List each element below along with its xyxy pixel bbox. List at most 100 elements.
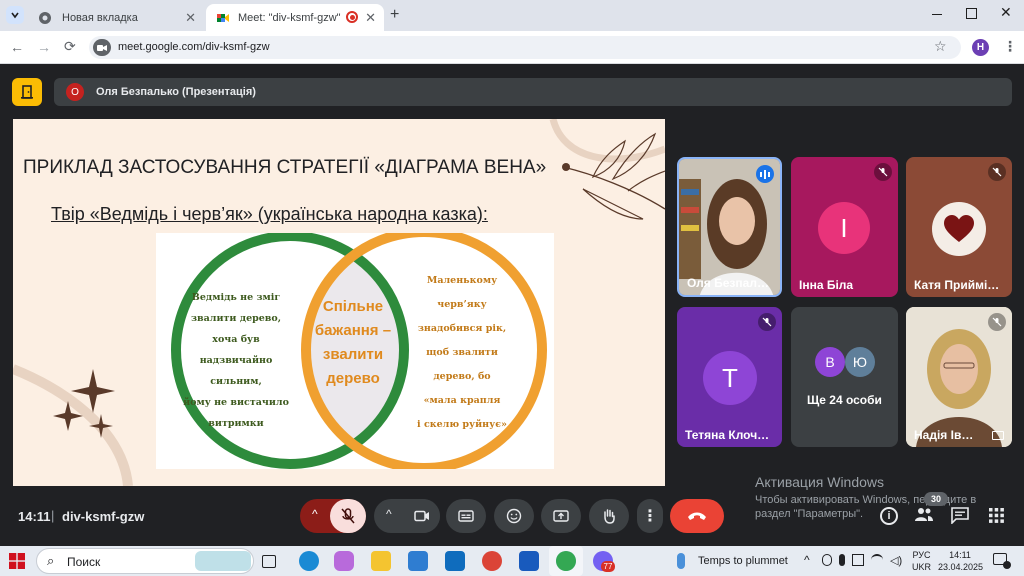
participant-avatar (932, 202, 986, 256)
back-button[interactable]: ← (10, 39, 24, 55)
network-icon[interactable] (852, 554, 864, 566)
camera-toggle-button[interactable] (404, 499, 440, 533)
venn-left-line: витримки (208, 418, 264, 429)
venn-right-line: «мала крапля (423, 395, 501, 406)
venn-left-line: надзвичайно сильним, (199, 355, 273, 387)
forward-button[interactable]: → (37, 39, 51, 55)
captions-icon (458, 510, 474, 522)
edge-icon[interactable] (299, 551, 319, 571)
reactions-button[interactable] (494, 499, 534, 533)
video-options-button[interactable]: ^ (374, 499, 440, 533)
presenter-bar: О Оля Безпалько (Презентація) (54, 78, 1012, 106)
volume-icon[interactable]: ◁) (890, 554, 902, 567)
more-options-button[interactable]: ⋮ (637, 499, 663, 533)
participant-tile[interactable]: Т Тетяна Клоч… (677, 307, 782, 447)
activities-button[interactable] (989, 508, 1004, 528)
chat-button[interactable] (951, 507, 969, 529)
close-tab-icon[interactable]: ✕ (365, 10, 376, 26)
presentation-slide: ПРИКЛАД ЗАСТОСУВАННЯ СТРАТЕГІЇ «ДІАГРАМА… (13, 119, 665, 486)
participant-name: Тетяна Клоч… (685, 428, 770, 442)
minimize-button[interactable] (931, 7, 943, 19)
participant-tile[interactable]: Надія Ів… (906, 307, 1012, 447)
mic-off-icon (758, 313, 776, 331)
clock-date: 23.04.2025 (938, 562, 984, 572)
weather-text[interactable]: Temps to plummet (698, 555, 788, 567)
outlook-icon[interactable] (445, 551, 465, 571)
tab-search-button[interactable] (6, 6, 24, 24)
pip-icon[interactable] (992, 431, 1004, 440)
word-icon[interactable] (519, 551, 539, 571)
menu-kebab-icon[interactable]: ⋮ (1003, 38, 1017, 55)
reload-button[interactable]: ⟳ (64, 38, 76, 55)
venn-diagram: Ведмідь не зміг звалити дерево, хоча був… (156, 233, 554, 469)
people-count-badge: 30 (924, 492, 948, 506)
raise-hand-button[interactable] (589, 499, 629, 533)
mic-off-icon (874, 163, 892, 181)
tab-meet[interactable]: Meet: "div-ksmf-gzw" ✕ (206, 4, 384, 31)
close-window-button[interactable]: ✕ (1000, 4, 1012, 21)
leave-call-button[interactable] (670, 499, 724, 533)
taskbar-clock[interactable]: 14:11 23.04.2025 (938, 549, 984, 573)
camera-icon (414, 510, 429, 522)
meeting-details-button[interactable]: i (880, 507, 898, 525)
copilot-tray-icon[interactable] (822, 554, 832, 566)
venn-right-text: Маленькому черв’яку знадобився рік, щоб … (402, 269, 522, 437)
mic-off-icon (988, 313, 1006, 331)
emoji-icon (506, 508, 522, 524)
mic-toggle-button[interactable] (330, 499, 366, 533)
room-info-button[interactable] (12, 78, 42, 106)
participant-tile[interactable]: Катя Приймі… (906, 157, 1012, 297)
profile-avatar[interactable]: H (972, 39, 989, 56)
restore-button[interactable] (966, 8, 977, 19)
participant-avatar: Ю (845, 347, 875, 377)
activation-line2: раздел "Параметры". (755, 508, 864, 520)
chrome-icon[interactable] (482, 551, 502, 571)
new-tab-button[interactable]: + (390, 6, 399, 24)
presenter-avatar: О (66, 83, 84, 101)
tab-title: Новая вкладка (62, 11, 138, 24)
apps-grid-icon (989, 508, 1004, 523)
clock-time: 14:11 (949, 550, 971, 560)
microphone-icon[interactable] (839, 554, 845, 566)
audio-options-button[interactable]: ^ (300, 499, 366, 533)
participant-name: Оля Безпал… (687, 276, 769, 290)
address-bar[interactable]: meet.google.com/div-ksmf-gzw ☆ (89, 36, 961, 59)
people-button[interactable] (914, 506, 936, 526)
camera-icon (97, 44, 107, 51)
file-explorer-icon[interactable] (371, 551, 391, 571)
wifi-icon[interactable] (871, 554, 883, 566)
more-participants-tile[interactable]: В Ю Ще 24 особи (791, 307, 898, 447)
venn-left-line: йому не вистачило (183, 397, 289, 408)
search-placeholder: Поиск (67, 555, 101, 569)
task-view-icon[interactable] (262, 555, 276, 568)
present-screen-button[interactable] (541, 499, 581, 533)
start-button[interactable] (9, 553, 25, 574)
participant-tile[interactable]: І Інна Біла (791, 157, 898, 297)
meeting-code: div-ksmf-gzw (62, 509, 145, 524)
bookmark-star-icon[interactable]: ☆ (934, 38, 947, 55)
venn-center-line: звалити (322, 346, 384, 363)
venn-right-line: і скелю руйнує» (417, 419, 507, 430)
close-tab-icon[interactable]: ✕ (185, 10, 196, 26)
taskbar-search[interactable]: ⌕ Поиск (36, 548, 254, 574)
store-icon[interactable] (408, 551, 428, 571)
tray-chevron-icon[interactable]: ^ (804, 553, 810, 567)
menu-kebab-icon: ⋮ (642, 508, 658, 525)
tab-new-tab[interactable]: Новая вкладка ✕ (28, 4, 204, 31)
captions-button[interactable] (446, 499, 486, 533)
chrome-active-icon[interactable] (556, 551, 576, 571)
tab-title: Meet: "div-ksmf-gzw" (238, 11, 341, 24)
chevron-up-icon: ^ (312, 507, 318, 521)
copilot-icon[interactable] (334, 551, 354, 571)
weather-icon[interactable] (677, 553, 685, 569)
participant-tile[interactable]: Оля Безпал… (677, 157, 782, 297)
venn-right-line: щоб звалити (426, 347, 498, 358)
language-indicator[interactable]: РУС UKR (912, 549, 931, 573)
venn-right-line: знадобився рік, (417, 323, 507, 334)
venn-right-line: дерево, бо (433, 371, 491, 382)
venn-center-line: дерево (326, 370, 380, 387)
door-icon (21, 85, 33, 99)
site-info-icon[interactable] (93, 39, 111, 56)
participant-name: Надія Ів… (914, 428, 974, 442)
search-icon: ⌕ (47, 553, 55, 568)
